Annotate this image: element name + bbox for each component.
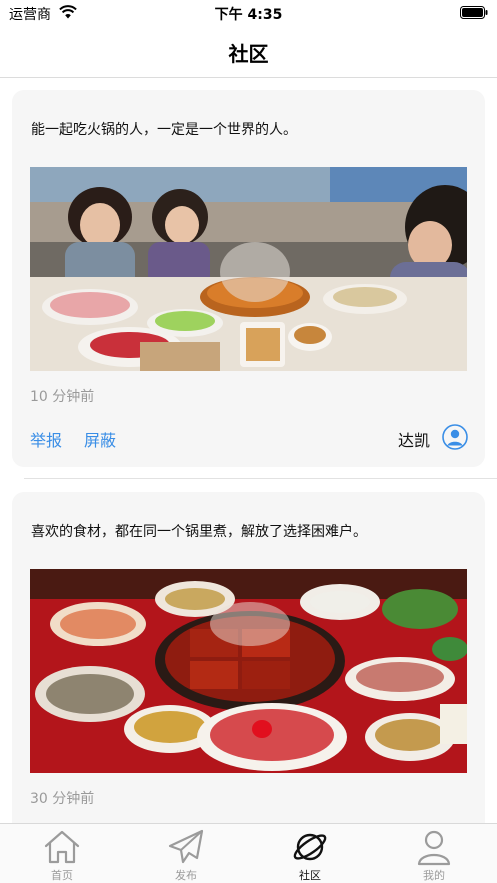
tab-bar: 首页 发布 社区 我的 xyxy=(0,823,497,883)
tab-mine[interactable]: 我的 xyxy=(372,824,496,883)
planet-icon xyxy=(293,833,327,861)
tab-home[interactable]: 首页 xyxy=(0,824,124,883)
post-timestamp: 30 分钟前 xyxy=(30,791,95,807)
post-card: 喜欢的食材，都在同一个锅里煮，解放了选择困难户。 30 分钟前 xyxy=(12,492,485,823)
post-photo[interactable] xyxy=(30,569,467,773)
post-divider xyxy=(24,478,497,479)
status-bar: 运营商 下午 4:35 xyxy=(0,0,497,26)
tab-community-label: 社区 xyxy=(299,869,321,882)
block-button[interactable]: 屏蔽 xyxy=(84,427,116,451)
tab-community[interactable]: 社区 xyxy=(248,824,372,883)
hotpot-photo-1 xyxy=(30,167,467,371)
avatar-user-icon[interactable] xyxy=(442,424,468,450)
post-text: 能一起吃火锅的人，一定是一个世界的人。 xyxy=(31,122,297,138)
community-feed[interactable]: 能一起吃火锅的人，一定是一个世界的人。 10 分钟前 举报 屏蔽 达凯 喜欢的食… xyxy=(0,79,497,823)
tab-mine-label: 我的 xyxy=(423,869,445,882)
navigation-bar: 社区 xyxy=(0,26,497,78)
post-card: 能一起吃火锅的人，一定是一个世界的人。 10 分钟前 举报 屏蔽 达凯 xyxy=(12,90,485,467)
status-time: 下午 4:35 xyxy=(214,7,283,23)
author-name[interactable]: 达凯 xyxy=(398,427,430,451)
home-icon xyxy=(44,830,80,864)
post-timestamp: 10 分钟前 xyxy=(30,389,95,405)
page-title: 社区 xyxy=(228,42,269,66)
tab-home-label: 首页 xyxy=(51,869,73,882)
tab-publish[interactable]: 发布 xyxy=(124,824,248,883)
user-icon xyxy=(417,830,451,866)
hotpot-photo-2 xyxy=(30,569,467,773)
battery-icon xyxy=(460,6,488,19)
send-icon xyxy=(168,829,204,864)
post-photo[interactable] xyxy=(30,167,467,371)
tab-publish-label: 发布 xyxy=(175,869,197,882)
post-text: 喜欢的食材，都在同一个锅里煮，解放了选择困难户。 xyxy=(31,524,367,540)
report-button[interactable]: 举报 xyxy=(30,427,62,451)
